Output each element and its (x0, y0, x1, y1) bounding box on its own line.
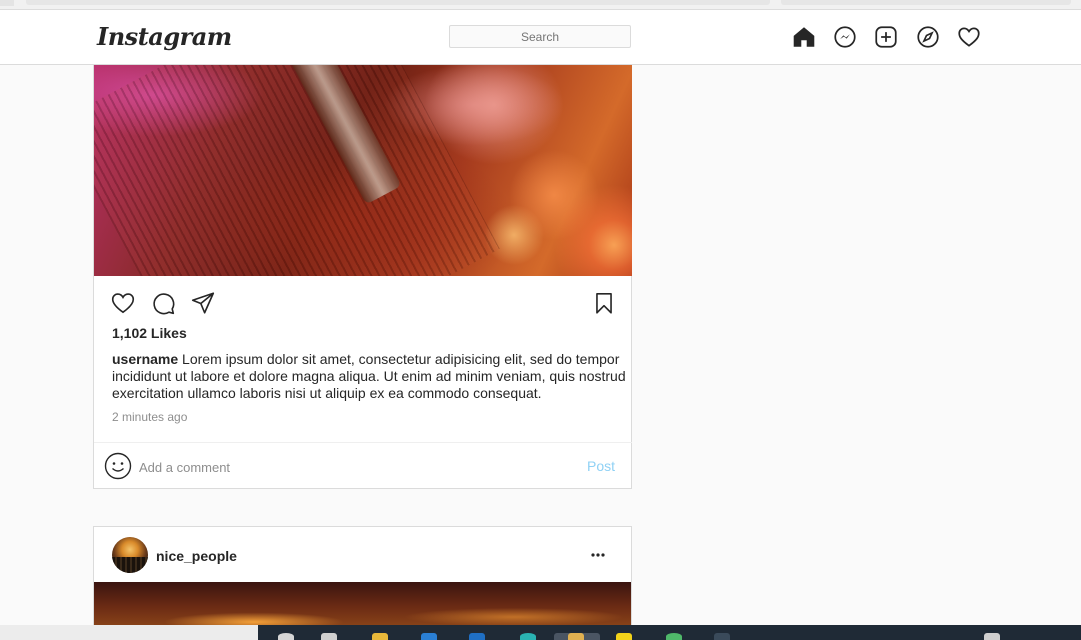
like-count[interactable]: 1,102 Likes (112, 325, 187, 341)
browser-tab[interactable] (26, 0, 770, 5)
notification-icon[interactable] (984, 633, 1000, 640)
task-view-icon[interactable] (321, 633, 337, 640)
comment-input[interactable] (139, 457, 569, 477)
like-heart-icon[interactable] (110, 290, 136, 316)
instagram-logo[interactable]: Instagram (97, 22, 232, 51)
comment-bubble-icon[interactable] (150, 290, 176, 316)
browser-tab-strip (0, 0, 1081, 10)
caption-text: Lorem ipsum dolor sit amet, consectetur … (112, 351, 626, 401)
caption-username[interactable]: username (112, 351, 178, 367)
search-input[interactable] (449, 25, 631, 48)
os-taskbar (0, 625, 1081, 640)
messenger-icon[interactable] (832, 24, 858, 50)
app-icon-notes[interactable] (616, 633, 632, 640)
post-caption: username Lorem ipsum dolor sit amet, con… (112, 351, 632, 402)
add-comment-row: Post (94, 442, 632, 489)
app-icon-dark[interactable] (714, 633, 730, 640)
app-icon-dropbox[interactable] (469, 633, 485, 640)
home-icon[interactable] (791, 24, 817, 50)
app-icon-yellow[interactable] (568, 633, 584, 640)
file-explorer-icon[interactable] (372, 633, 388, 640)
browser-tab[interactable] (781, 0, 1071, 5)
bookmark-icon[interactable] (591, 290, 617, 316)
post-username[interactable]: nice_people (156, 548, 237, 564)
browser-tab[interactable] (0, 0, 14, 6)
top-nav: Instagram (0, 10, 1081, 65)
post-timestamp[interactable]: 2 minutes ago (112, 410, 187, 424)
post-action-bar (94, 276, 632, 326)
post-comment-button[interactable]: Post (587, 458, 615, 474)
app-icon-blue[interactable] (421, 633, 437, 640)
share-send-icon[interactable] (190, 290, 216, 316)
app-icon-teal[interactable] (520, 633, 536, 640)
post-photo-guitar[interactable] (94, 65, 632, 276)
activity-heart-icon[interactable] (956, 24, 982, 50)
more-options-icon[interactable] (590, 548, 606, 560)
avatar[interactable] (112, 537, 148, 573)
search-icon[interactable] (278, 633, 294, 640)
avatar-crowd-silhouette (112, 557, 148, 573)
emoji-smile-icon[interactable] (104, 452, 132, 480)
explore-icon[interactable] (915, 24, 941, 50)
new-post-icon[interactable] (873, 24, 899, 50)
post-card: nice_people (93, 526, 632, 636)
post-card: 1,102 Likes username Lorem ipsum dolor s… (93, 65, 632, 489)
app-icon-green[interactable] (666, 633, 682, 640)
taskbar-bar (258, 625, 1081, 640)
